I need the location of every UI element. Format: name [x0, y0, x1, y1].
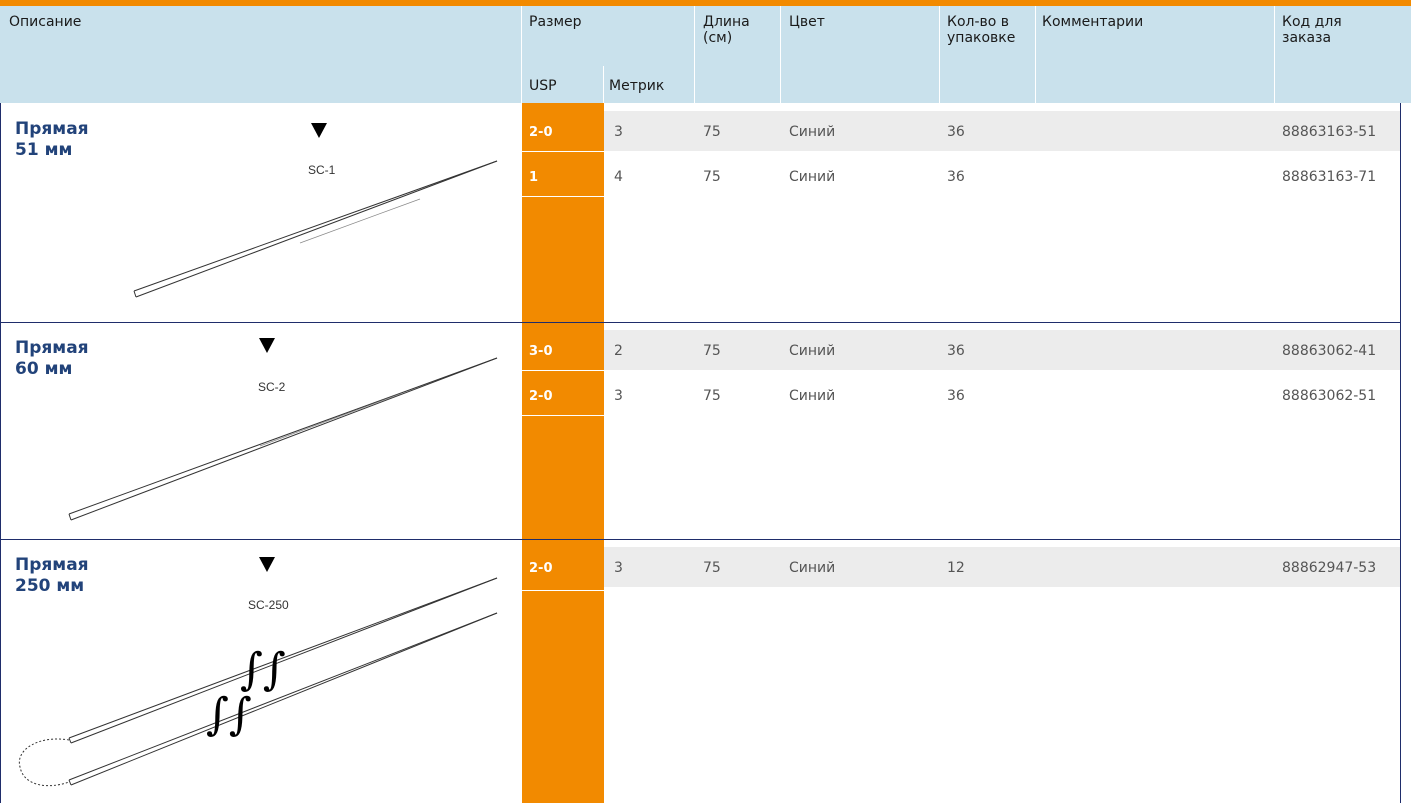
- size-divider: [522, 151, 604, 152]
- needle-code: SC-2: [258, 380, 286, 394]
- order-code-value: 88863062-51: [1282, 388, 1377, 404]
- color-value: Синий: [789, 560, 836, 576]
- order-code-value: 88863163-51: [1282, 124, 1377, 140]
- straight-needle-icon: [68, 338, 498, 521]
- header-divider: [939, 6, 940, 103]
- color-value: Синий: [789, 169, 836, 185]
- header-order-code: Код для заказа: [1282, 14, 1342, 46]
- color-value: Синий: [789, 388, 836, 404]
- metric-value: 2: [614, 343, 623, 359]
- size-divider: [522, 590, 604, 591]
- header-description: Описание: [9, 14, 82, 30]
- header-length: Длина (см): [703, 14, 750, 46]
- needle-code: SC-1: [308, 163, 336, 177]
- header-qty: Кол-во в упаковке: [947, 14, 1016, 46]
- usp-value: 2-0: [529, 389, 553, 404]
- header-divider: [1035, 6, 1036, 103]
- metric-value: 3: [614, 124, 623, 140]
- header-comments: Комментарии: [1042, 14, 1144, 30]
- straight-needle-icon: [133, 123, 498, 298]
- header-divider: [694, 6, 695, 103]
- header-metric: Метрик: [609, 78, 665, 94]
- size-divider: [522, 370, 604, 371]
- usp-value: 2-0: [529, 125, 553, 140]
- color-value: Синий: [789, 124, 836, 140]
- svg-text:∫∫: ∫∫: [240, 644, 286, 695]
- order-code-value: 88863163-71: [1282, 169, 1377, 185]
- metric-value: 4: [614, 169, 623, 185]
- header-divider: [1274, 6, 1275, 103]
- header-size: Размер: [529, 14, 582, 30]
- qty-value: 36: [947, 124, 965, 140]
- length-value: 75: [703, 388, 721, 404]
- table-row-stripe: [604, 547, 1400, 587]
- usp-value: 3-0: [529, 344, 553, 359]
- triangle-marker-icon: [259, 338, 275, 353]
- needle-code: SC-250: [248, 598, 289, 612]
- long-double-needle-loop-icon: ∫∫ ∫∫: [18, 557, 498, 787]
- length-value: 75: [703, 343, 721, 359]
- length-value: 75: [703, 124, 721, 140]
- size-divider: [522, 415, 604, 416]
- qty-value: 36: [947, 169, 965, 185]
- table-header: Описание Размер USP Метрик Длина (см) Цв…: [0, 6, 1411, 103]
- header-color: Цвет: [789, 14, 825, 30]
- header-divider: [521, 6, 522, 103]
- header-divider: [603, 66, 604, 103]
- header-divider: [780, 6, 781, 103]
- usp-value: 1: [529, 170, 539, 185]
- metric-value: 3: [614, 388, 623, 404]
- color-value: Синий: [789, 343, 836, 359]
- qty-value: 12: [947, 560, 965, 576]
- length-value: 75: [703, 560, 721, 576]
- order-code-value: 88862947-53: [1282, 560, 1377, 576]
- usp-size-column: [522, 103, 604, 803]
- table-row-stripe: [604, 111, 1400, 151]
- qty-value: 36: [947, 388, 965, 404]
- triangle-marker-icon: [311, 123, 327, 138]
- metric-value: 3: [614, 560, 623, 576]
- order-code-value: 88863062-41: [1282, 343, 1377, 359]
- table-row-stripe: [604, 330, 1400, 370]
- header-usp: USP: [529, 78, 557, 94]
- svg-text:∫∫: ∫∫: [206, 689, 252, 740]
- table-border: [1400, 103, 1401, 803]
- usp-value: 2-0: [529, 561, 553, 576]
- size-divider: [522, 196, 604, 197]
- triangle-marker-icon: [259, 557, 275, 572]
- qty-value: 36: [947, 343, 965, 359]
- length-value: 75: [703, 169, 721, 185]
